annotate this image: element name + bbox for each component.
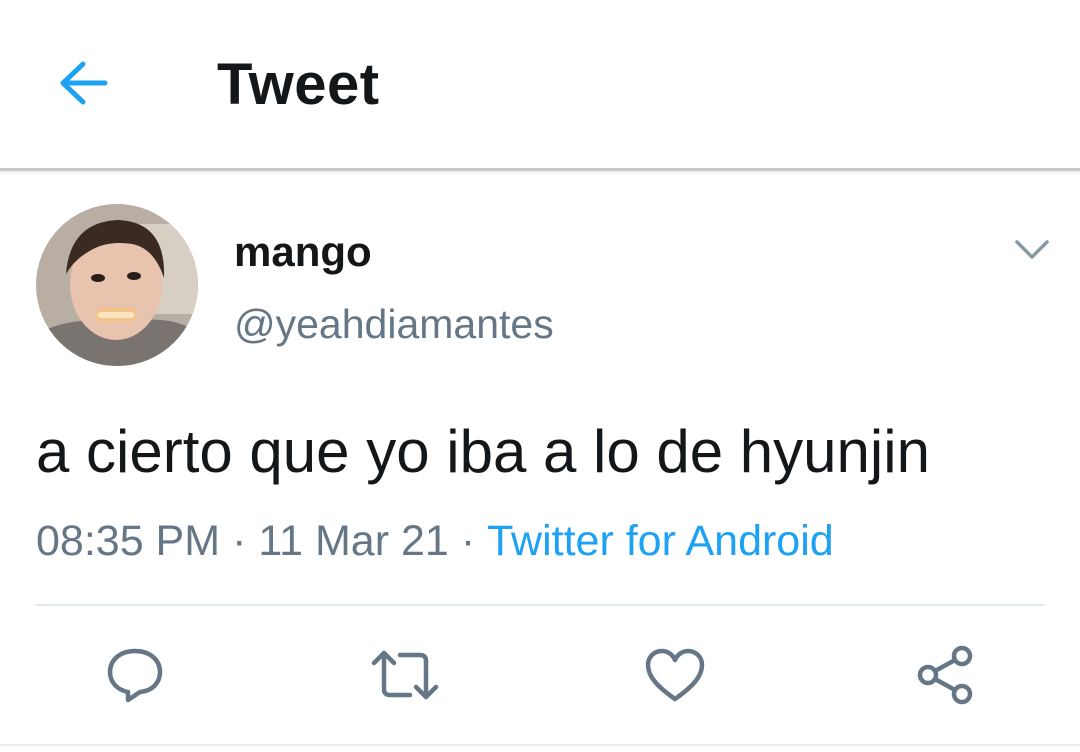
tweet-time: 08:35 PM [36,517,221,565]
arrow-left-icon [60,61,108,105]
page-title: Tweet [217,52,380,117]
tweet-menu-button[interactable] [1006,226,1058,274]
tweet-detail-screen: Tweet mango @yeahdiamantes a cierto que … [0,0,1080,752]
share-button[interactable] [910,640,980,710]
avatar[interactable] [36,204,198,366]
meta-separator: · [460,517,476,565]
meta-separator: · [232,517,247,565]
tweet-date: 11 Mar 21 [258,517,449,565]
tweet-meta: 08:35 PM · 11 Mar 21 · Twitter for Android [36,512,834,570]
chevron-down-icon [1015,240,1049,259]
heart-icon [645,648,705,702]
retweet-button[interactable] [370,640,440,710]
divider [36,604,1044,606]
back-button[interactable] [50,50,116,116]
display-name[interactable]: mango [234,226,372,278]
speech-bubble-icon [107,648,163,703]
avatar-photo [36,204,198,366]
like-button[interactable] [640,640,710,710]
tweet-source-link[interactable]: Twitter for Android [487,517,834,565]
top-app-bar: Tweet [0,0,1080,171]
user-handle[interactable]: @yeahdiamantes [234,298,554,350]
divider [0,744,1080,746]
share-nodes-icon [917,645,973,705]
retweet-arrows-icon [371,650,439,700]
reply-button[interactable] [100,640,170,710]
tweet-text: a cierto que yo iba a lo de hyunjin [36,418,930,485]
